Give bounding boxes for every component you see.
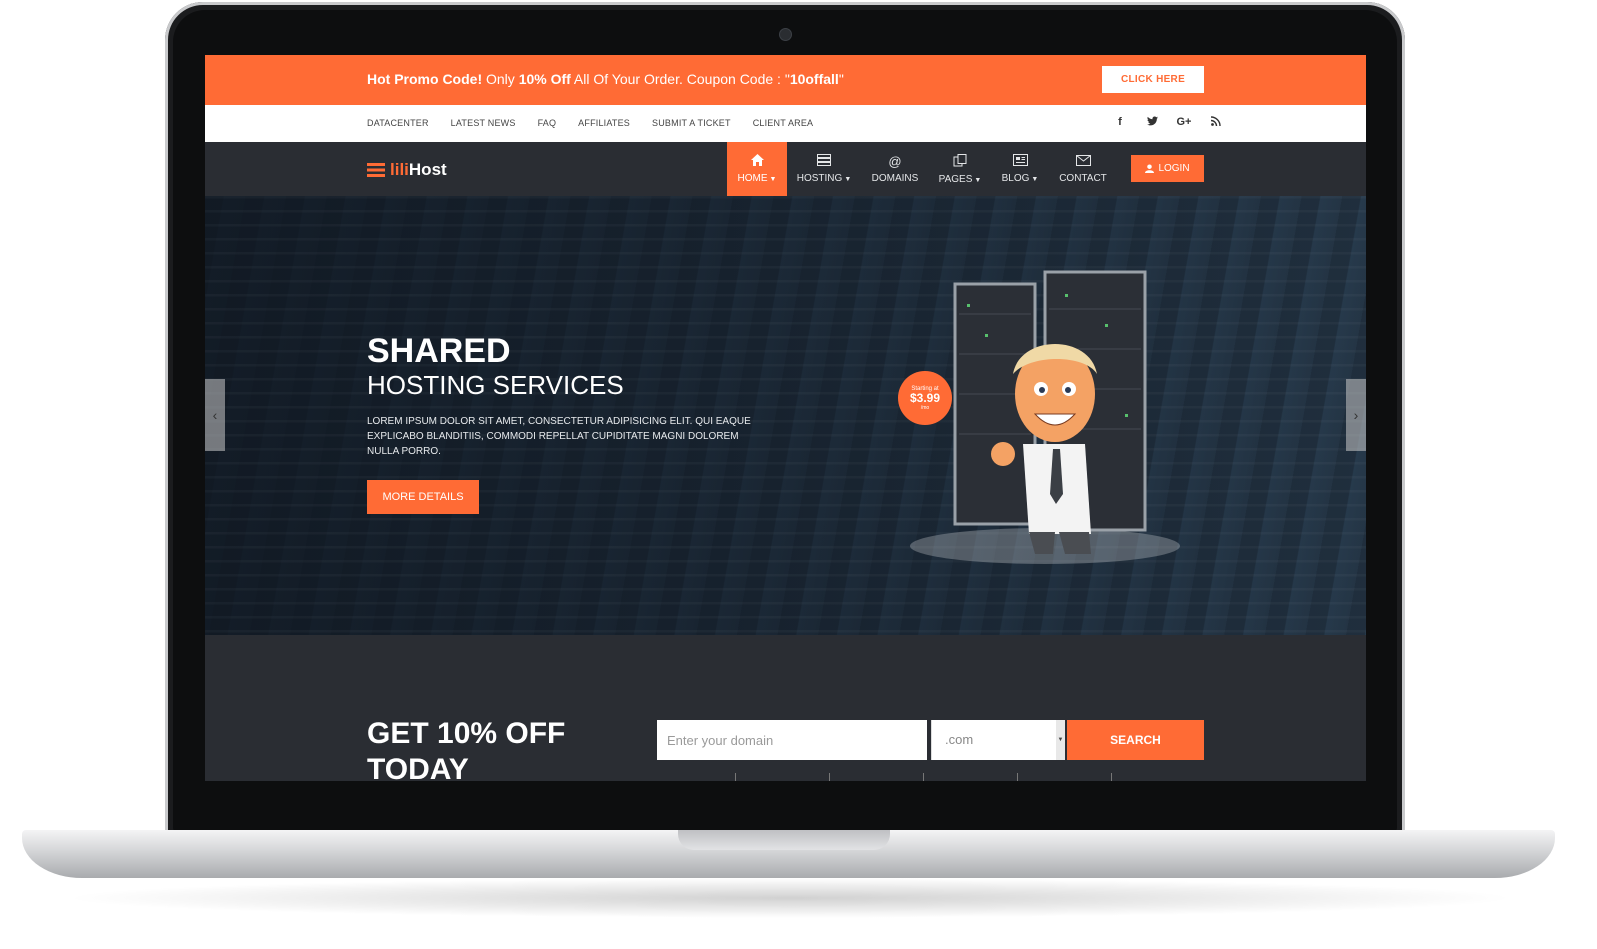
nav-blog-label: BLOG [1001, 173, 1030, 184]
divider [735, 773, 736, 781]
facebook-icon[interactable]: f [1110, 116, 1130, 129]
promo-text-1: Only [482, 71, 519, 87]
nav-home-label: HOME [737, 173, 768, 184]
nav-hosting-label: HOSTING [796, 173, 843, 184]
top-link-client-area[interactable]: CLIENT AREA [753, 118, 814, 128]
hero-description: LOREM IPSUM DOLOR SIT AMET, CONSECTETUR … [367, 416, 751, 457]
server-logo-icon [367, 163, 385, 177]
google-plus-icon[interactable]: G+ [1174, 116, 1194, 129]
pages-icon [953, 153, 967, 170]
price-value: $3.99 [909, 390, 941, 405]
hero-subtitle: HOSTING SERVICES [367, 370, 624, 400]
click-here-button[interactable]: CLICK HERE [1102, 66, 1204, 93]
chevron-left-icon: ‹ [212, 407, 218, 423]
login-button[interactable]: LOGIN [1131, 155, 1204, 182]
promo-discount: 10% Off [518, 71, 571, 87]
price-badge: Starting at $3.99 /mo [898, 371, 952, 425]
top-links: DATACENTER LATEST NEWS FAQ AFFILIATES SU… [367, 118, 835, 128]
nav-blog[interactable]: BLOG ▼ [997, 142, 1043, 196]
user-icon [1145, 164, 1155, 173]
rss-icon[interactable] [1206, 116, 1226, 129]
chevron-right-icon: › [1353, 407, 1359, 423]
divider [1017, 773, 1018, 781]
hero-title: SHARED [367, 332, 511, 370]
home-icon [750, 154, 764, 169]
nav-home[interactable]: HOME ▼ [727, 142, 787, 196]
brand-logo[interactable]: lili Host [367, 160, 447, 180]
domain-search-section: GET 10% OFF TODAY .com ▼ SEARCH [205, 635, 1366, 781]
top-link-latest-news[interactable]: LATEST NEWS [451, 118, 516, 128]
search-button[interactable]: SEARCH [1067, 720, 1204, 760]
brand-prefix: lili [390, 160, 409, 179]
chevron-down-icon: ▼ [974, 176, 982, 184]
promo-text: Hot Promo Code! Only 10% Off All Of Your… [367, 71, 844, 87]
price-period: /mo [920, 404, 930, 411]
hero-slider: SHARED HOSTING SERVICES LOREM IPSUM DOLO… [205, 196, 1366, 635]
tld-caret-icon[interactable]: ▼ [1056, 720, 1065, 760]
server-icon [817, 154, 831, 169]
more-details-button[interactable]: MORE DETAILS [367, 480, 479, 514]
laptop-shadow [60, 878, 1520, 918]
nav-pages[interactable]: PAGES ▼ [933, 142, 987, 196]
nav-domains[interactable]: @ DOMAINS [865, 142, 925, 196]
domain-search-input[interactable] [657, 720, 927, 760]
slider-prev-button[interactable]: ‹ [205, 379, 225, 451]
newspaper-icon [1012, 154, 1028, 169]
top-link-submit-ticket[interactable]: SUBMIT A TICKET [652, 118, 731, 128]
chevron-down-icon: ▼ [1031, 176, 1039, 183]
social-links: f G+ [1098, 116, 1226, 129]
at-sign-icon: @ [888, 153, 902, 169]
brand-name: Host [408, 160, 447, 179]
slider-next-button[interactable]: › [1346, 379, 1366, 451]
promo-lead: Hot Promo Code! [367, 71, 483, 87]
nav-hosting[interactable]: HOSTING ▼ [793, 142, 855, 196]
top-link-faq[interactable]: FAQ [538, 118, 557, 128]
divider [923, 773, 924, 781]
chevron-down-icon: ▼ [844, 176, 852, 183]
login-label: LOGIN [1158, 163, 1190, 174]
envelope-icon [1075, 154, 1091, 169]
promo-text-3: " [838, 71, 844, 87]
laptop-notch [678, 830, 890, 850]
promo-text-2: All Of Your Order. Coupon Code : " [570, 71, 790, 87]
nav-contact[interactable]: CONTACT [1055, 142, 1111, 196]
domain-title: GET 10% OFF TODAY [367, 717, 566, 781]
twitter-icon[interactable] [1142, 116, 1162, 129]
top-link-datacenter[interactable]: DATACENTER [367, 118, 429, 128]
nav-domains-label: DOMAINS [871, 172, 919, 184]
divider [829, 773, 830, 781]
top-bar: DATACENTER LATEST NEWS FAQ AFFILIATES SU… [205, 105, 1366, 142]
tld-select[interactable]: .com [931, 720, 1056, 760]
promo-bar: Hot Promo Code! Only 10% Off All Of Your… [205, 55, 1366, 105]
screen: Hot Promo Code! Only 10% Off All Of Your… [205, 55, 1366, 781]
main-navbar: lili Host HOME ▼ HOSTING ▼ @ DOMAINS PAGES ▼ [205, 142, 1366, 196]
promo-code: 10offall [789, 71, 839, 87]
chevron-down-icon: ▼ [769, 176, 777, 183]
top-link-affiliates[interactable]: AFFILIATES [578, 118, 630, 128]
divider [1111, 773, 1112, 781]
nav-pages-label: PAGES [938, 173, 973, 185]
camera-icon [779, 28, 792, 41]
nav-contact-label: CONTACT [1059, 172, 1107, 184]
